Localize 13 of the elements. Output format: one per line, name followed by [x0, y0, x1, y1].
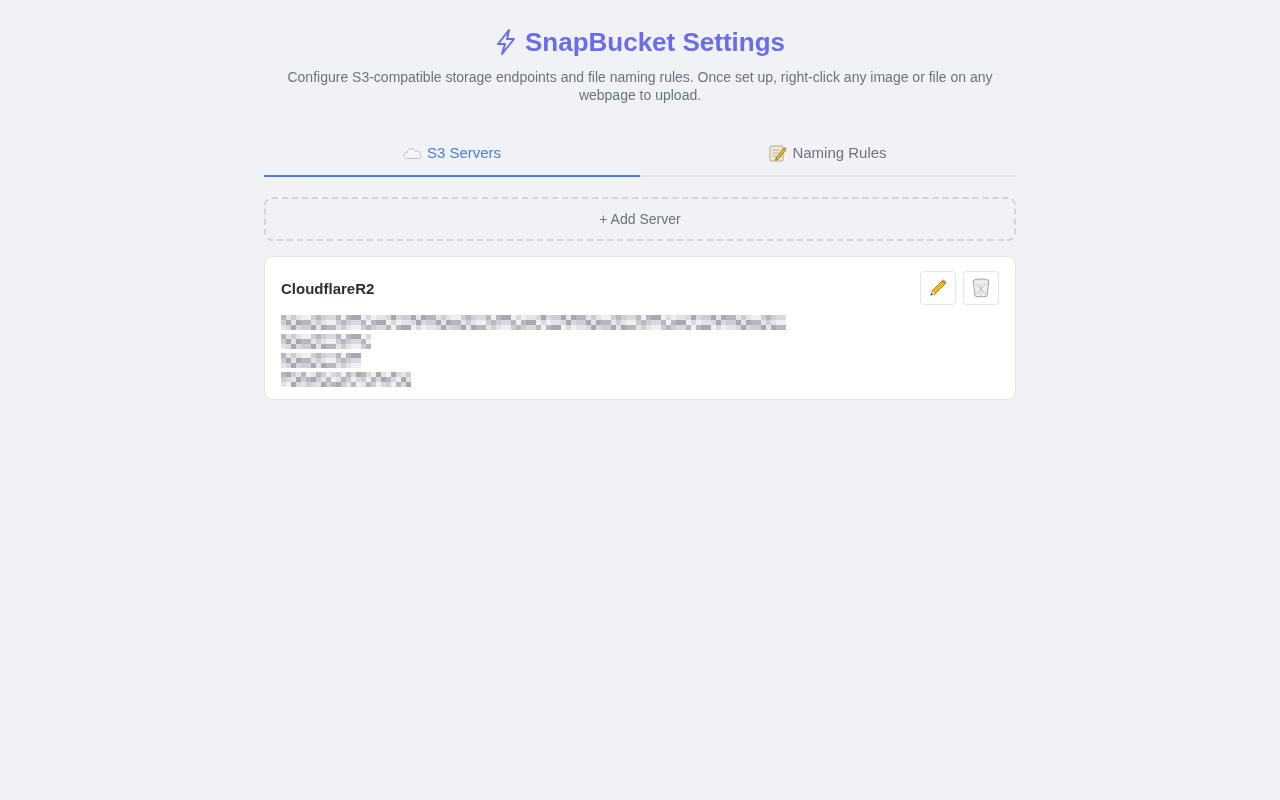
- tab[interactable]: S3 Servers: [264, 130, 640, 177]
- add-server-button[interactable]: + Add Server: [264, 197, 1016, 241]
- cloud-icon: [402, 146, 422, 159]
- trash-icon: [972, 278, 990, 298]
- page-description: Configure S3-compatible storage endpoints and file naming rules. Once set up, right-click any image or file on any webpage to upload.: [286, 68, 994, 104]
- notepad-pencil-icon: [769, 143, 788, 162]
- server-name: CloudflareR2: [281, 279, 375, 297]
- delete-button[interactable]: [963, 271, 999, 305]
- lightning-icon: [494, 29, 517, 55]
- page-title: SnapBucket Settings: [524, 26, 786, 58]
- edit-button[interactable]: [920, 271, 956, 305]
- tab[interactable]: Naming Rules: [640, 130, 1016, 177]
- pencil-icon: [929, 279, 947, 297]
